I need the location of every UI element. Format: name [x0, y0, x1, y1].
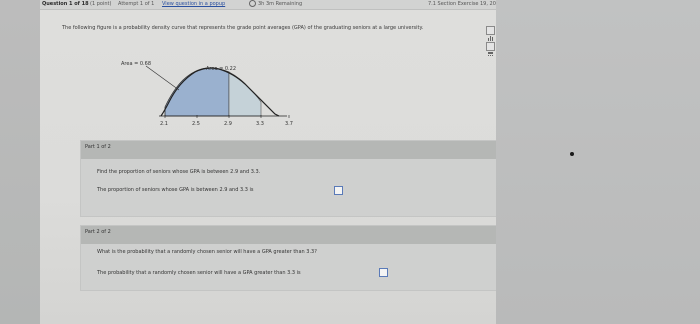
area-label-left: Area = 0.68 — [121, 61, 152, 67]
area-left-pointer — [145, 65, 180, 91]
question-number: Question 1 of 18 — [42, 1, 89, 7]
x-tick-label-3.7: 3.7 — [285, 121, 293, 127]
time-remaining: 3h 3m Remaining — [258, 1, 303, 7]
question-page: Question 1 of 18 (1 point) Attempt 1 of … — [40, 0, 496, 324]
part-2-question: What is the probability that a randomly … — [97, 249, 317, 255]
part-2-answer-lead: The probability that a randomly chosen s… — [97, 270, 301, 276]
part-2-answer-input[interactable] — [379, 268, 388, 277]
attempt-label: Attempt 1 of 1 — [118, 1, 155, 7]
area-label-right: Area = 0.22 — [206, 66, 237, 72]
density-curve-figure: Area = 0.68 Area = 0.22 2.1 2.5 2.9 3.3 … — [115, 60, 315, 132]
data-icon[interactable] — [486, 26, 495, 41]
part-1-section: Part 1 of 2 Find the proportion of senio… — [80, 140, 496, 217]
x-tick-label-2.1: 2.1 — [160, 121, 168, 127]
x-tick-label-2.9: 2.9 — [224, 121, 232, 127]
part-1-answer-input[interactable] — [334, 186, 343, 195]
x-tick-label-2.5: 2.5 — [192, 121, 200, 127]
part-1-question: Find the proportion of seniors whose GPA… — [97, 169, 261, 175]
x-tick-label-3.3: 3.3 — [256, 121, 264, 127]
points-label: (1 point) — [90, 1, 112, 7]
calculator-icon[interactable] — [486, 42, 495, 56]
area-shaded-2.9-to-3.3 — [228, 71, 262, 117]
view-popup-link[interactable]: View question in a popup — [162, 0, 225, 9]
section-exercise-label: 7.1 Section Exercise — [428, 1, 479, 7]
part-1-answer-lead: The proportion of seniors whose GPA is b… — [97, 187, 254, 193]
question-top-bar: Question 1 of 18 (1 point) Attempt 1 of … — [40, 0, 496, 10]
part-1-header: Part 1 of 2 — [81, 141, 496, 159]
clock-icon — [249, 0, 256, 7]
progress-score: 19, 20 — [480, 1, 496, 7]
background-left — [0, 0, 40, 324]
background-right — [496, 0, 700, 324]
part-2-header: Part 2 of 2 — [81, 226, 496, 244]
part-2-section: Part 2 of 2 What is the probability that… — [80, 225, 496, 291]
question-prompt: The following figure is a probability de… — [62, 25, 424, 31]
mouse-cursor-dot — [570, 152, 574, 156]
